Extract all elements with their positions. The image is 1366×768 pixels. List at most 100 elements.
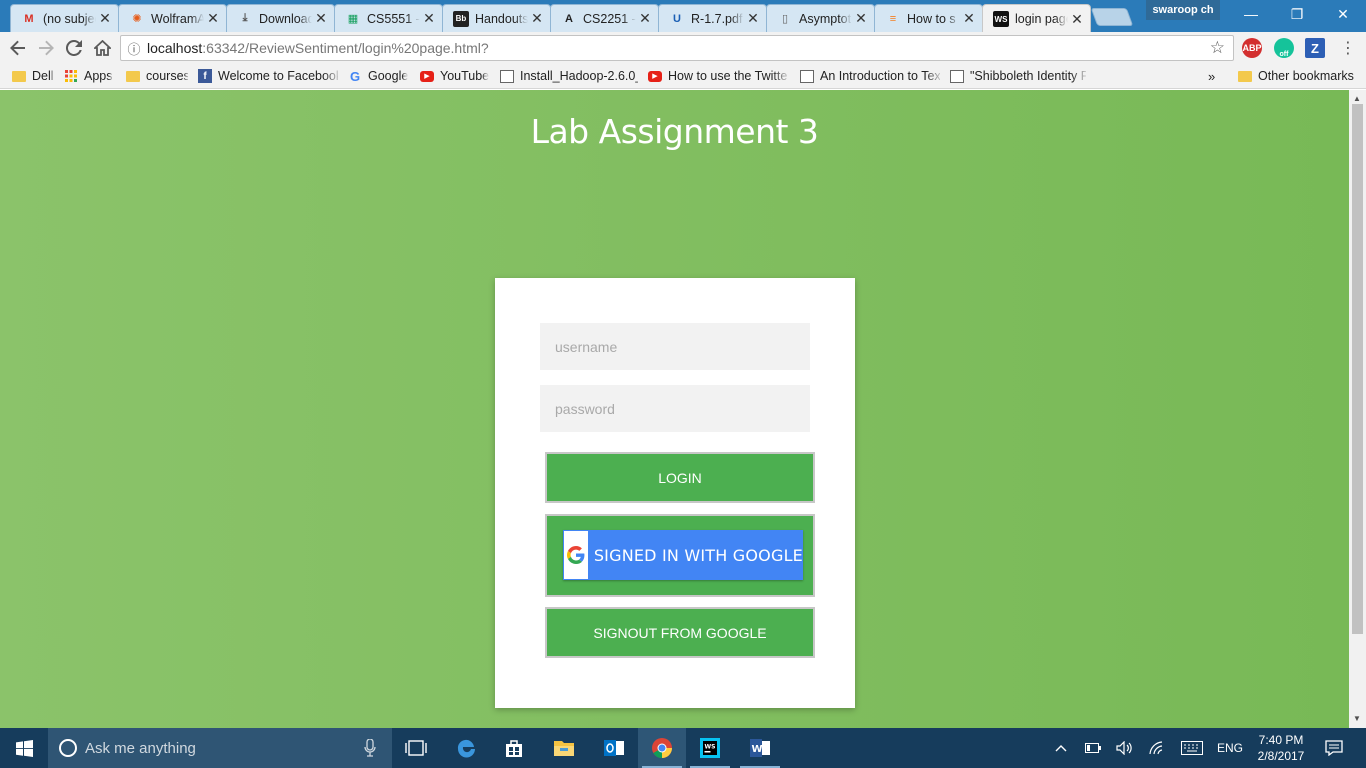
tab-close-icon[interactable]: ✕ bbox=[530, 10, 544, 27]
info-icon[interactable]: ⓘ bbox=[121, 39, 147, 58]
page-scrollbar[interactable]: ▲ ▼ bbox=[1349, 90, 1366, 728]
action-center-button[interactable] bbox=[1318, 728, 1350, 768]
bookmark-welcome-to-facebook[interactable]: f Welcome to Facebook bbox=[198, 67, 338, 85]
tab-close-icon[interactable]: ✕ bbox=[98, 10, 112, 27]
bookmark-courses[interactable]: courses bbox=[126, 67, 188, 85]
folder-icon bbox=[12, 70, 26, 82]
bookmark-an-introduction-to-text[interactable]: An Introduction to Text bbox=[800, 67, 940, 85]
taskbar-task-view-button[interactable] bbox=[392, 728, 440, 768]
bookmark-label: courses bbox=[146, 69, 188, 83]
bookmark-star-icon[interactable]: ☆ bbox=[1210, 38, 1225, 58]
google-signout-button[interactable]: SIGNOUT FROM GOOGLE bbox=[545, 607, 815, 658]
system-clock[interactable]: 7:40 PM 2/8/2017 bbox=[1252, 732, 1310, 764]
username-input[interactable] bbox=[540, 323, 810, 370]
bookmark-how-to-use-the-twitter[interactable]: ▶ How to use the Twitter bbox=[648, 67, 788, 85]
tab-close-icon[interactable]: ✕ bbox=[638, 10, 652, 27]
tab-title: Handouts bbox=[475, 11, 528, 26]
wifi-icon[interactable] bbox=[1146, 728, 1170, 768]
outlook-icon bbox=[603, 738, 625, 758]
cortana-search-box[interactable]: Ask me anything bbox=[48, 728, 392, 768]
volume-icon[interactable] bbox=[1113, 728, 1137, 768]
restore-button[interactable]: ❐ bbox=[1274, 0, 1320, 28]
taskbar-chrome-button[interactable] bbox=[638, 728, 686, 768]
bookmark-youtube[interactable]: ▶ YouTube bbox=[420, 67, 489, 85]
microphone-icon[interactable] bbox=[364, 738, 376, 761]
bookmark-dell[interactable]: Dell bbox=[12, 67, 54, 85]
tab-close-icon[interactable]: ✕ bbox=[1070, 11, 1084, 28]
tab-8[interactable]: ▯ Asymptotic✕ bbox=[766, 4, 875, 32]
zotero-icon[interactable]: Z bbox=[1305, 38, 1325, 58]
tab-1[interactable]: M (no subject) - s✕ bbox=[10, 4, 119, 32]
scrollbar-thumb[interactable] bbox=[1352, 104, 1363, 634]
bookmarks-overflow-button[interactable]: » bbox=[1208, 67, 1215, 85]
tab-7[interactable]: U R-1.7.pdf ✕ bbox=[658, 4, 767, 32]
other-bookmarks-folder[interactable]: Other bookmarks bbox=[1238, 67, 1354, 85]
login-card: LOGIN SIGNED IN WITH GOOGLE SIGNOUT FROM… bbox=[495, 278, 855, 708]
tab-close-icon[interactable]: ✕ bbox=[962, 10, 976, 27]
home-button[interactable] bbox=[90, 36, 114, 60]
scroll-down-arrow-icon[interactable]: ▼ bbox=[1353, 714, 1361, 723]
tab-6[interactable]: A CS2251 - A✕ bbox=[550, 4, 659, 32]
taskbar-word-button[interactable]: W bbox=[736, 728, 784, 768]
tab-title: login page bbox=[1015, 12, 1068, 26]
page-viewport: Lab Assignment 3 LOGIN SIGNED IN WITH GO… bbox=[0, 90, 1349, 728]
tab-3[interactable]: ⤓ Downloads✕ bbox=[226, 4, 335, 32]
new-tab-button[interactable] bbox=[1090, 8, 1134, 26]
language-indicator[interactable]: ENG bbox=[1212, 728, 1248, 768]
download-icon: ⤓ bbox=[242, 12, 248, 24]
forward-button[interactable] bbox=[34, 36, 58, 60]
start-button[interactable] bbox=[0, 728, 48, 768]
battery-icon[interactable] bbox=[1082, 728, 1104, 768]
tab-close-icon[interactable]: ✕ bbox=[314, 10, 328, 27]
google-signin-container: SIGNED IN WITH GOOGLE bbox=[545, 514, 815, 597]
login-button[interactable]: LOGIN bbox=[545, 452, 815, 503]
url-path: :63342/ReviewSentiment/login%20page.html… bbox=[202, 40, 489, 56]
taskbar-store-button[interactable] bbox=[490, 728, 538, 768]
clock-date: 2/8/2017 bbox=[1257, 749, 1305, 763]
google-signin-button[interactable]: SIGNED IN WITH GOOGLE bbox=[563, 530, 803, 580]
tab-2[interactable]: ✺ WolframAlpha✕ bbox=[118, 4, 227, 32]
store-icon bbox=[504, 738, 524, 758]
scroll-up-arrow-icon[interactable]: ▲ bbox=[1353, 94, 1361, 103]
tab-5[interactable]: Bb Handouts ✕ bbox=[442, 4, 551, 32]
tab-close-icon[interactable]: ✕ bbox=[854, 10, 868, 27]
grammarly-icon[interactable]: off bbox=[1274, 38, 1294, 58]
tab-9[interactable]: ≡ How to s ✕ bbox=[874, 4, 983, 32]
youtube-icon: ▶ bbox=[420, 70, 434, 82]
taskbar-webstorm-button[interactable]: WS bbox=[686, 728, 734, 768]
bookmark-google[interactable]: G Google bbox=[348, 67, 408, 85]
tab-4[interactable]: ▦ CS5551 - Google✕ bbox=[334, 4, 443, 32]
password-input[interactable] bbox=[540, 385, 810, 432]
abp-icon[interactable]: ABP bbox=[1242, 38, 1262, 58]
reload-button[interactable] bbox=[62, 36, 86, 60]
bookmark-label: Google bbox=[368, 69, 409, 83]
profile-button[interactable]: swaroop ch bbox=[1146, 0, 1220, 20]
bookmark-apps[interactable]: Apps bbox=[64, 67, 113, 85]
folder-icon bbox=[1238, 70, 1252, 82]
browser-toolbar: ⓘ localhost:63342/ReviewSentiment/login%… bbox=[0, 32, 1366, 63]
blackboard-icon: Bb bbox=[453, 10, 469, 27]
tab-close-icon[interactable]: ✕ bbox=[746, 10, 760, 27]
bookmark-shibboleth-identity-p[interactable]: "Shibboleth Identity P bbox=[950, 67, 1086, 85]
back-button[interactable] bbox=[6, 36, 30, 60]
taskbar-edge-button[interactable] bbox=[442, 728, 490, 768]
tab-close-icon[interactable]: ✕ bbox=[206, 10, 220, 27]
bookmark-label: YouTube bbox=[440, 69, 490, 83]
tab-10[interactable]: WS login page ✕ bbox=[982, 4, 1091, 33]
bookmark-label: Install_Hadoop-2.6.0_on bbox=[520, 69, 638, 83]
taskbar-outlook-button[interactable] bbox=[590, 728, 638, 768]
forward-arrow-icon bbox=[39, 40, 54, 56]
close-window-button[interactable]: ✕ bbox=[1320, 0, 1366, 28]
show-hidden-icons-button[interactable] bbox=[1050, 728, 1072, 768]
bookmark-install-hadoop-2-6-0-on[interactable]: Install_Hadoop-2.6.0_on bbox=[500, 67, 638, 85]
browser-title-bar: M(no subject) - s✕✺WolframAlpha✕⤓Downloa… bbox=[0, 0, 1366, 33]
gmail-icon: M bbox=[24, 12, 34, 25]
page-icon bbox=[950, 69, 964, 83]
address-bar[interactable]: ⓘ localhost:63342/ReviewSentiment/login%… bbox=[120, 35, 1234, 61]
tab-close-icon[interactable]: ✕ bbox=[422, 10, 436, 27]
minimize-button[interactable]: — bbox=[1228, 0, 1274, 28]
chrome-menu-button[interactable]: ⋮ bbox=[1336, 36, 1360, 60]
bookmark-label: "Shibboleth Identity P bbox=[970, 69, 1086, 83]
taskbar-file-explorer-button[interactable] bbox=[540, 728, 588, 768]
touch-keyboard-icon[interactable] bbox=[1178, 728, 1206, 768]
